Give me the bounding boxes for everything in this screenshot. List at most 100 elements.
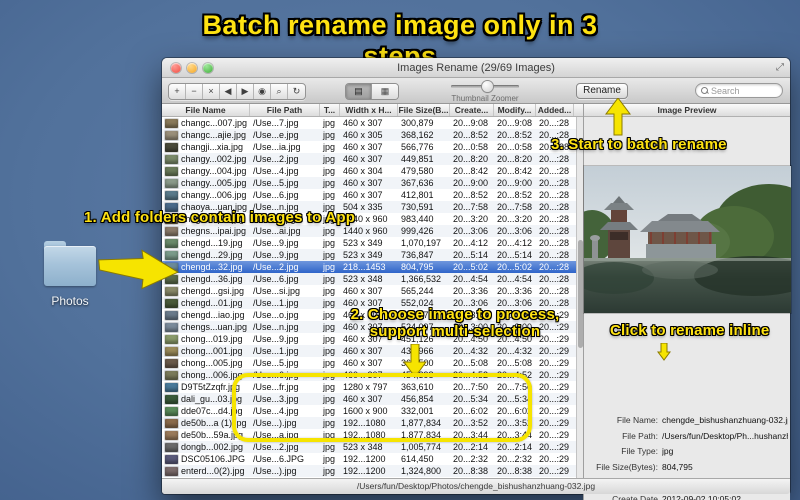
create-date-cell: 20...8:52 <box>453 130 489 140</box>
zoomer-knob[interactable] <box>481 81 493 92</box>
file-name-cell: changji...xia.jpg <box>181 142 244 152</box>
table-row[interactable]: chengd...19.jpg/Use...9.jpg jpg 523 x 349 1… <box>162 237 576 249</box>
file-path-cell: /Use...9.jpg <box>253 238 299 248</box>
close-window-icon[interactable] <box>171 63 181 73</box>
table-row[interactable]: chong...005.jpg/Use...5.jpgjpg460 x 3073… <box>162 357 576 369</box>
file-type-cell: jpg <box>323 130 336 140</box>
toolbar: + − × ◀ ▶ ◉ ⌕ ↻ ▤ ▦ Thumbnail Zoomer Rename Sear… <box>162 78 790 104</box>
detail-value[interactable]: 804,795 <box>662 462 788 472</box>
table-row[interactable]: chengd...32.jpg/Use...2.jpg jpg 218...1453… <box>162 261 576 273</box>
next-button[interactable]: ▶ <box>237 84 254 99</box>
file-thumbnail <box>165 406 178 416</box>
file-name-cell: chong...006.jpg <box>181 370 243 380</box>
detail-value[interactable]: chengde_bishushanzhuang-032.jpg <box>662 415 788 425</box>
zoomer-track[interactable] <box>451 81 519 92</box>
file-path-cell: /Use...ai.jpg <box>253 226 301 236</box>
dimensions-cell: 460 x 307 <box>343 142 383 152</box>
table-scrollbar[interactable] <box>576 117 583 478</box>
file-path-cell: /Use...4.jpg <box>253 166 299 176</box>
create-date-cell: 20...2:14 <box>453 442 489 452</box>
create-date-cell: 20...8:42 <box>453 166 489 176</box>
rename-button[interactable]: Rename <box>576 83 628 99</box>
dimensions-cell: 218...1453 <box>343 262 386 272</box>
added-date-cell: 20...:29 <box>539 466 570 476</box>
minimize-window-icon[interactable] <box>187 63 197 73</box>
table-row[interactable]: changc...ajie.jpg/Use...e.jpg jpg 460 x 30… <box>162 129 576 141</box>
window-title: Images Rename (29/69 Images) <box>397 62 555 74</box>
table-row[interactable]: chengd...gsi.jpg/Use...si.jpg jpg 460 x 30… <box>162 285 576 297</box>
table-row[interactable]: enterd...0(2).jpg/Use...).jpg jpg 192...12… <box>162 465 576 477</box>
column-header-type[interactable]: T... <box>320 104 340 116</box>
column-header-file-size[interactable]: File Size(B... <box>398 104 450 116</box>
file-type-cell: jpg <box>323 226 336 236</box>
dimensions-cell: 523 x 348 <box>343 442 383 452</box>
column-header-dimensions[interactable]: Width x H... <box>340 104 398 116</box>
table-row[interactable]: DSC05106.JPG/Use...6.JPG jpg 192...1200 614… <box>162 453 576 465</box>
detail-field: File Size(Bytes): 804,795 <box>584 459 791 475</box>
delete-button[interactable]: × <box>203 84 220 99</box>
added-date-cell: 20...:28 <box>539 262 570 272</box>
prev-button[interactable]: ◀ <box>220 84 237 99</box>
search-button[interactable]: ⌕ <box>271 84 288 99</box>
table-row[interactable]: chong...001.jpg/Use...1.jpgjpg460 x 3074… <box>162 345 576 357</box>
fullscreen-icon[interactable]: ⤢ <box>776 62 784 73</box>
preview-photo <box>584 166 791 313</box>
file-size-cell: 1,324,800 <box>401 466 442 476</box>
column-header-added[interactable]: Added... <box>536 104 574 116</box>
table-row[interactable]: chengd...36.jpg/Use...6.jpg jpg 523 x 348 1… <box>162 273 576 285</box>
table-row[interactable]: chengd...29.jpg/Use...9.jpg jpg 523 x 349 7… <box>162 249 576 261</box>
file-size-cell: 983,440 <box>401 214 434 224</box>
file-type-cell: jpg <box>323 442 336 452</box>
column-header-file-path[interactable]: File Path <box>250 104 320 116</box>
file-name-cell: changy...004.jpg <box>181 166 247 176</box>
file-name-cell: chengs...uan.jpg <box>181 322 248 332</box>
search-input[interactable]: Search <box>695 83 783 98</box>
detail-value[interactable]: /Users/fun/Desktop/Ph...hushanzhuang-032… <box>662 431 788 441</box>
table-row[interactable]: changji...xia.jpg/Use...ia.jpg jpg 460 x 3… <box>162 141 576 153</box>
dimensions-cell: 460 x 307 <box>343 358 383 368</box>
remove-button[interactable]: − <box>186 84 203 99</box>
grid-view-segment[interactable]: ▦ <box>372 84 398 99</box>
photos-folder-icon[interactable] <box>44 241 96 286</box>
table-row[interactable]: changc...007.jpg/Use...7.jpg jpg 460 x 307… <box>162 117 576 129</box>
preview-button[interactable]: ◉ <box>254 84 271 99</box>
file-path-cell: /Use...9.jpg <box>253 334 299 344</box>
detail-value[interactable]: 2012-09-02 10:05:02 <box>662 494 788 500</box>
titlebar[interactable]: Images Rename (29/69 Images) ⤢ <box>162 58 790 78</box>
detail-value[interactable]: jpg <box>662 446 788 456</box>
column-header-file-name[interactable]: File Name <box>162 104 250 116</box>
table-row[interactable]: changy...002.jpg/Use...2.jpg jpg 460 x 307… <box>162 153 576 165</box>
file-name-cell: enterd...0(2).jpg <box>181 466 245 476</box>
zoom-window-icon[interactable] <box>203 63 213 73</box>
column-header-modify[interactable]: Modify... <box>494 104 536 116</box>
file-name-cell: DSC05106.JPG <box>181 454 246 464</box>
file-name-cell: chong...019.jpg <box>181 334 243 344</box>
status-bar: /Users/fun/Desktop/Photos/chengde_bishus… <box>162 478 790 494</box>
table-row[interactable]: changy...006.jpg/Use...6.jpg jpg 460 x 307… <box>162 189 576 201</box>
table-row[interactable]: dongb...002.jpg/Use...2.jpg jpg 523 x 348 1… <box>162 441 576 453</box>
added-date-cell: 20...:29 <box>539 358 570 368</box>
annotation-step3: 3. Start to batch rename <box>551 136 727 153</box>
table-row[interactable]: chegns...ipai.jpg/Use...ai.jpg jpg 1440 x … <box>162 225 576 237</box>
file-type-cell: jpg <box>323 346 336 356</box>
added-date-cell: 20...:29 <box>539 394 570 404</box>
list-view-segment[interactable]: ▤ <box>346 84 372 99</box>
dimensions-cell: 460 x 307 <box>343 346 383 356</box>
file-path-cell: /Use...).jpg <box>253 466 297 476</box>
dimensions-cell: 460 x 304 <box>343 166 383 176</box>
create-date-cell: 20...4:32 <box>453 346 489 356</box>
file-size-cell: 412,801 <box>401 190 434 200</box>
toolbar-button-group: + − × ◀ ▶ ◉ ⌕ ↻ <box>168 83 306 100</box>
annotation-step2-line2: support multi-selection <box>369 323 541 340</box>
column-header-create[interactable]: Create... <box>450 104 494 116</box>
create-date-cell: 20...4:54 <box>453 274 489 284</box>
detail-field: File Type: jpg <box>584 444 791 460</box>
table-row[interactable]: changy...005.jpg/Use...5.jpg jpg 460 x 307… <box>162 177 576 189</box>
modify-date-cell: 20...7:58 <box>497 202 533 212</box>
file-path-cell: /Use...7.jpg <box>253 118 299 128</box>
create-date-cell: 20...5:14 <box>453 250 489 260</box>
table-row[interactable]: changy...004.jpg/Use...4.jpg jpg 460 x 304… <box>162 165 576 177</box>
file-thumbnail <box>165 334 178 344</box>
refresh-button[interactable]: ↻ <box>288 84 305 99</box>
add-button[interactable]: + <box>169 84 186 99</box>
